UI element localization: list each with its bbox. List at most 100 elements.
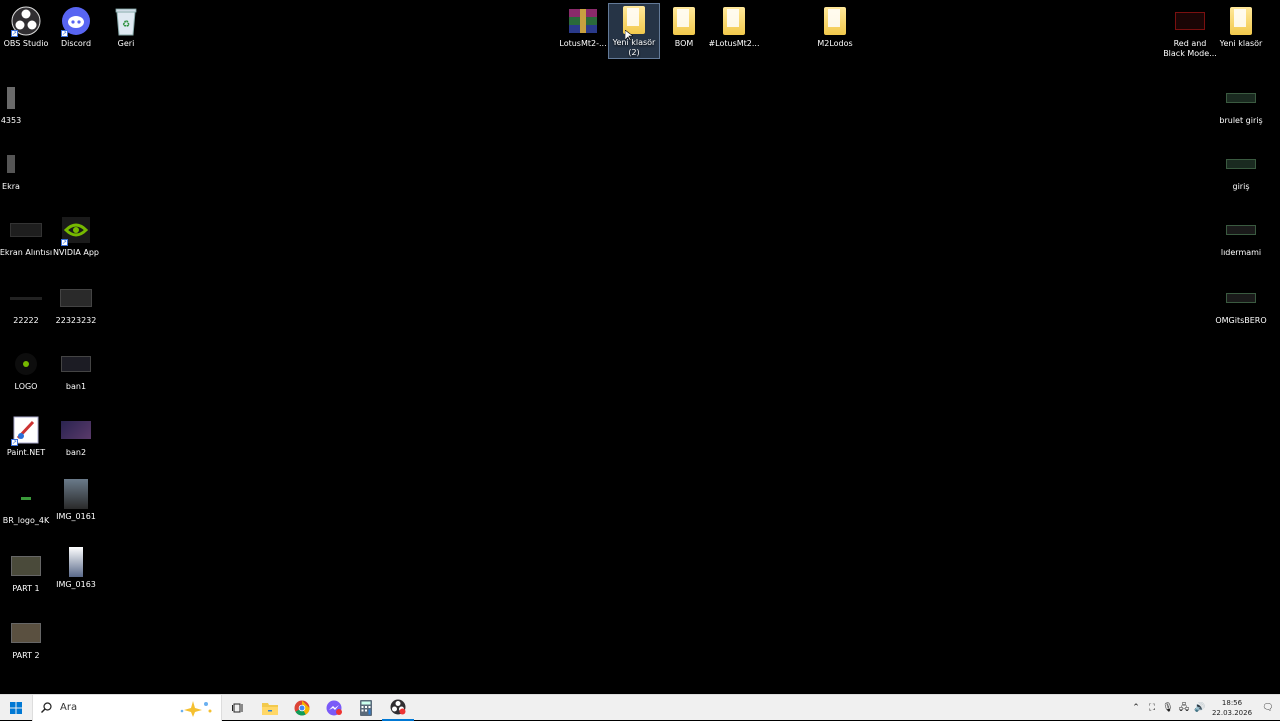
file-red-and-black-mode[interactable]: Red and Black Mode... — [1163, 5, 1217, 59]
calculator-icon — [360, 699, 372, 716]
icon-label: ban1 — [65, 382, 87, 391]
icon-label: LOGO — [14, 382, 38, 391]
file-br-logo-4k[interactable]: BR_logo_4K — [0, 482, 52, 526]
icon-label: ban2 — [65, 448, 87, 457]
file-omgitsbero[interactable]: OMGitsBERO — [1215, 282, 1267, 326]
recycle-bin[interactable]: ♻ Geri — [100, 5, 152, 49]
file-ekran-alintisi[interactable]: Ekran Alıntısı — [0, 214, 52, 258]
image-thumbnail-icon — [0, 82, 28, 114]
file-22323232[interactable]: 22323232 — [50, 282, 102, 326]
folder-icon — [1224, 5, 1258, 37]
paint-net-icon: ↗ — [9, 414, 43, 446]
show-hidden-icons-chevron-up-icon[interactable]: ⌃ — [1128, 695, 1144, 721]
image-thumbnail-icon — [1224, 148, 1258, 180]
taskbar-search-box[interactable] — [32, 694, 222, 721]
image-thumbnail-icon — [59, 348, 93, 380]
taskbar: ⌃ ⛶ 🎙 🖧 🔊 18:56 22.03.2026 🗨 — [0, 694, 1280, 721]
image-thumbnail-icon — [9, 482, 43, 514]
folder-icon — [818, 5, 852, 37]
file-ban2[interactable]: ban2 — [50, 414, 102, 458]
icon-label: M2Lodos — [817, 39, 853, 48]
icon-label: 22323232 — [55, 316, 97, 325]
file-4353[interactable]: 4353 — [0, 82, 37, 126]
file-giris[interactable]: giriş — [1215, 148, 1267, 192]
icon-label: BOM — [674, 39, 694, 48]
image-thumbnail-icon — [59, 282, 93, 314]
file-part-2[interactable]: PART 2 — [0, 617, 52, 661]
calculator-taskbar-button[interactable] — [350, 695, 382, 721]
taskbar-clock[interactable]: 18:56 22.03.2026 — [1208, 698, 1256, 718]
file-part-1[interactable]: PART 1 — [0, 550, 52, 594]
chrome-taskbar-button[interactable] — [286, 695, 318, 721]
paint-net-shortcut[interactable]: ↗ Paint.NET — [0, 414, 52, 458]
icon-label: Red and Black Mode... — [1163, 39, 1217, 58]
folder-yeni-klasor[interactable]: Yeni klasör — [1215, 5, 1267, 49]
image-thumbnail-icon — [9, 214, 43, 246]
file-img-0161[interactable]: IMG_0161 — [50, 478, 102, 522]
windows-logo-icon — [10, 701, 22, 714]
messenger-icon — [326, 700, 342, 715]
file-22222[interactable]: 22222 — [0, 282, 52, 326]
microphone-icon[interactable]: 🎙 — [1160, 695, 1176, 721]
icon-label: Paint.NET — [6, 448, 46, 457]
discord-icon: ↗ — [59, 5, 93, 37]
folder-lotusmt2[interactable]: #LotusMt2... — [708, 5, 760, 49]
icon-label: 22222 — [13, 316, 39, 325]
icon-label: Ekra — [2, 182, 20, 191]
icon-label: giriş — [1232, 182, 1250, 191]
start-button[interactable] — [0, 695, 32, 721]
icon-label: IMG_0161 — [56, 512, 96, 521]
icon-label: Yeni klasör (2) — [612, 38, 656, 57]
system-tray: ⌃ ⛶ 🎙 🖧 🔊 18:56 22.03.2026 🗨 — [1128, 695, 1280, 721]
image-thumbnail-icon — [1224, 214, 1258, 246]
winrar-archive-lotusmt2[interactable]: LotusMt2-... — [557, 5, 609, 49]
notifications-icon[interactable]: 🗨 — [1256, 695, 1280, 721]
folder-icon — [617, 4, 651, 36]
chrome-icon — [294, 700, 310, 716]
video-thumbnail-icon — [9, 550, 43, 582]
messenger-taskbar-button[interactable] — [318, 695, 350, 721]
file-brulet-giris[interactable]: brulet giriş — [1215, 82, 1267, 126]
folder-bom[interactable]: BOM — [658, 5, 710, 49]
nvidia-icon: ↗ — [59, 214, 93, 246]
search-highlight-sparkle-icon — [180, 700, 212, 717]
file-img-0163[interactable]: IMG_0163 — [50, 546, 102, 590]
obs-studio-icon: ↗ — [9, 5, 43, 37]
file-logo[interactable]: LOGO — [0, 348, 52, 392]
task-view-icon — [232, 703, 243, 712]
image-thumbnail-icon — [59, 414, 93, 446]
discord-shortcut[interactable]: ↗ Discord — [50, 5, 102, 49]
icon-label: OMGitsBERO — [1215, 316, 1267, 325]
icon-label: IMG_0163 — [56, 580, 96, 589]
file-lidermami[interactable]: lıdermami — [1215, 214, 1267, 258]
icon-label: #LotusMt2... — [708, 39, 760, 48]
clock-date: 22.03.2026 — [1211, 709, 1253, 717]
nvidia-app-shortcut[interactable]: ↗ NVIDIA App — [50, 214, 102, 258]
folder-m2lodos[interactable]: M2Lodos — [809, 5, 861, 49]
image-thumbnail-icon — [1224, 82, 1258, 114]
image-thumbnail-icon — [59, 478, 93, 510]
image-thumbnail-icon — [1173, 5, 1207, 37]
file-ekra[interactable]: Ekra — [0, 148, 37, 192]
onedrive-icon[interactable]: ⛶ — [1144, 695, 1160, 721]
image-thumbnail-icon — [9, 348, 43, 380]
obs-icon — [390, 699, 406, 714]
file-explorer-taskbar-button[interactable] — [254, 695, 286, 721]
icon-label: Discord — [60, 39, 92, 48]
folder-icon — [717, 5, 751, 37]
video-thumbnail-icon — [9, 617, 43, 649]
icon-label: NVIDIA App — [53, 248, 99, 257]
image-thumbnail-icon — [59, 546, 93, 578]
icon-label: OBS Studio — [3, 39, 49, 48]
mouse-cursor-icon — [625, 30, 633, 42]
volume-icon[interactable]: 🔊 — [1192, 695, 1208, 721]
search-input[interactable] — [60, 702, 170, 713]
file-ban1[interactable]: ban1 — [50, 348, 102, 392]
icon-label: brulet giriş — [1219, 116, 1263, 125]
image-thumbnail-icon — [9, 282, 43, 314]
folder-yeni-klasor-2[interactable]: Yeni klasör (2) — [608, 3, 660, 59]
obs-studio-shortcut[interactable]: ↗ OBS Studio — [0, 5, 52, 49]
task-view-button[interactable] — [222, 695, 254, 721]
obs-taskbar-button[interactable] — [382, 695, 414, 721]
network-icon[interactable]: 🖧 — [1176, 695, 1192, 721]
